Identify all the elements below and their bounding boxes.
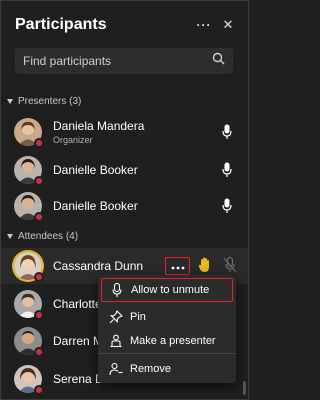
avatar bbox=[14, 192, 44, 222]
more-options-button[interactable]: ··· bbox=[192, 13, 216, 37]
avatar bbox=[14, 290, 44, 320]
participant-name: Cassandra Dunn bbox=[53, 259, 144, 273]
remove-person-icon bbox=[108, 361, 124, 377]
menu-item-pin[interactable]: Pin bbox=[98, 305, 236, 329]
panel-header: Participants ··· ✕ bbox=[15, 13, 240, 37]
presenter-icon bbox=[108, 333, 124, 349]
close-button[interactable]: ✕ bbox=[216, 13, 240, 37]
menu-item-make-presenter[interactable]: Make a presenter bbox=[98, 329, 236, 353]
participant-role: Organizer bbox=[53, 135, 93, 145]
avatar bbox=[14, 252, 44, 282]
menu-item-label: Allow to unmute bbox=[131, 284, 210, 296]
participant-name: Daniela Mandera bbox=[53, 119, 145, 133]
chevron-down-icon bbox=[7, 234, 13, 239]
participant-more-options-button[interactable] bbox=[165, 257, 190, 275]
search-input[interactable]: Find participants bbox=[23, 54, 212, 68]
participant-name: Darren M bbox=[53, 334, 104, 348]
search-icon bbox=[212, 52, 225, 70]
participant-row[interactable]: Daniela Mandera Organizer bbox=[1, 114, 248, 150]
attendees-section-toggle[interactable]: Attendees (4) bbox=[7, 231, 78, 242]
presenters-section-label: Presenters (3) bbox=[18, 96, 82, 107]
menu-divider bbox=[98, 353, 236, 354]
microphone-icon bbox=[220, 160, 234, 180]
more-icon bbox=[171, 259, 185, 273]
status-busy-icon bbox=[34, 138, 44, 148]
search-box[interactable]: Find participants bbox=[15, 48, 233, 74]
pin-icon bbox=[108, 309, 124, 325]
avatar bbox=[14, 156, 44, 186]
participant-name: Danielle Booker bbox=[53, 163, 138, 177]
menu-item-allow-to-unmute[interactable]: Allow to unmute bbox=[101, 278, 233, 302]
status-busy-icon bbox=[34, 347, 44, 357]
participants-panel: Participants ··· ✕ Find participants Pre… bbox=[0, 0, 249, 400]
presenters-section-toggle[interactable]: Presenters (3) bbox=[7, 96, 81, 107]
attendees-section-label: Attendees (4) bbox=[18, 231, 79, 242]
panel-title: Participants bbox=[15, 16, 107, 33]
close-icon: ✕ bbox=[222, 17, 234, 32]
status-busy-icon bbox=[34, 310, 44, 320]
microphone-icon bbox=[220, 196, 234, 216]
participant-name: Charlotte bbox=[53, 297, 102, 311]
menu-item-remove[interactable]: Remove bbox=[98, 357, 236, 381]
status-busy-icon bbox=[34, 212, 44, 222]
participant-name: Danielle Booker bbox=[53, 199, 138, 213]
microphone-icon bbox=[109, 282, 125, 298]
status-busy-icon bbox=[34, 176, 44, 186]
menu-item-label: Remove bbox=[130, 363, 171, 375]
microphone-icon bbox=[220, 122, 234, 142]
avatar bbox=[14, 118, 44, 148]
status-busy-icon bbox=[34, 272, 44, 282]
avatar bbox=[14, 365, 44, 395]
participant-context-menu: Allow to unmute Pin Make a presenter Rem… bbox=[98, 275, 236, 383]
participant-row[interactable]: Danielle Booker bbox=[1, 188, 248, 224]
scrollbar[interactable] bbox=[243, 381, 246, 395]
chevron-down-icon bbox=[7, 99, 13, 104]
menu-item-label: Make a presenter bbox=[130, 335, 216, 347]
avatar bbox=[14, 327, 44, 357]
more-icon: ··· bbox=[196, 18, 212, 32]
menu-item-label: Pin bbox=[130, 311, 146, 323]
participant-row[interactable]: Danielle Booker bbox=[1, 152, 248, 188]
status-busy-icon bbox=[34, 385, 44, 395]
